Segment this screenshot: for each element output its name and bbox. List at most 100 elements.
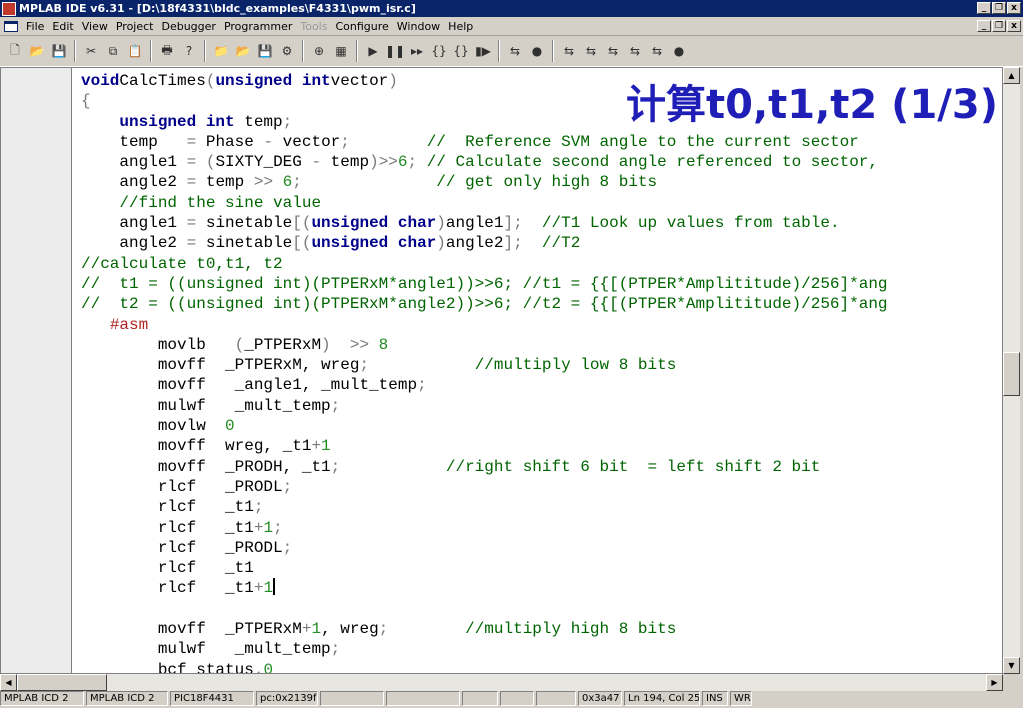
code-token: //find the sine value	[119, 193, 322, 212]
code-line[interactable]: rlcf _t1;	[81, 497, 1002, 517]
code-line[interactable]: temp = Phase - vector; // Reference SVM …	[81, 132, 1002, 152]
code-token: =	[186, 132, 197, 151]
code-line[interactable]: angle2 = sinetable[(unsigned char)angle2…	[81, 233, 1002, 253]
status-pane	[386, 691, 460, 706]
code-line[interactable]: rlcf _t1	[81, 558, 1002, 578]
code-line[interactable]: bcf status.0	[81, 660, 1002, 673]
code-line[interactable]: angle1 = sinetable[(unsigned char)angle1…	[81, 213, 1002, 233]
animate-icon[interactable]: ▸▸	[407, 41, 427, 61]
menu-edit[interactable]: Edit	[48, 20, 77, 33]
menu-configure[interactable]: Configure	[331, 20, 392, 33]
toolbar: 🗋 📂 💾 ✂ ⧉ 📋 🖶? 📁 📂 💾 ⚙ ⊕ ▦ ▶ ❚❚ ▸▸{}{} ▮▶ ⇆ ● ⇆ ⇆ ⇆ ⇆ ⇆ ●	[0, 36, 1023, 67]
code-token: (	[205, 153, 216, 172]
code-line[interactable]: rlcf _t1+1;	[81, 518, 1002, 538]
checksum-icon[interactable]: ⊕	[309, 41, 329, 61]
code-line[interactable]: rlcf _t1+1	[81, 578, 1002, 598]
run-icon[interactable]: ▶	[363, 41, 383, 61]
menu-project[interactable]: Project	[112, 20, 158, 33]
status-pane: Ln 194, Col 25	[624, 691, 700, 706]
horizontal-scroll-thumb[interactable]	[17, 674, 107, 691]
scroll-down-icon[interactable]: ▼	[1003, 657, 1020, 674]
code-line[interactable]: movff _PRODH, _t1; //right shift 6 bit =…	[81, 457, 1002, 477]
doc-close-button[interactable]: x	[1007, 20, 1021, 32]
code-line[interactable]: rlcf _PRODL;	[81, 477, 1002, 497]
code-token: ;	[330, 396, 341, 415]
read-device-icon[interactable]: ⇆	[581, 41, 601, 61]
code-token: 1	[311, 620, 322, 639]
verify-device-icon[interactable]: ⇆	[603, 41, 623, 61]
code-token: rlcf _t1	[81, 498, 254, 517]
code-line[interactable]: #asm	[81, 315, 1002, 335]
print-icon[interactable]: 🖶	[157, 41, 177, 61]
help-icon[interactable]: ?	[179, 41, 199, 61]
menu-programmer[interactable]: Programmer	[220, 20, 296, 33]
vertical-scroll-thumb[interactable]	[1003, 352, 1020, 396]
code-token: // get only high 8 bits	[436, 173, 658, 192]
code-line[interactable]: // t1 = ((unsigned int)(PTPERxM*angle1))…	[81, 274, 1002, 294]
code-token: -	[263, 132, 274, 151]
doc-minimize-button[interactable]: _	[977, 20, 991, 32]
code-line[interactable]: rlcf _PRODL;	[81, 538, 1002, 558]
build-icon[interactable]: ⚙	[277, 41, 297, 61]
scroll-up-icon[interactable]: ▲	[1003, 67, 1020, 84]
open-project-icon[interactable]: 📂	[233, 41, 253, 61]
program-device-icon[interactable]: ⇆	[559, 41, 579, 61]
scroll-right-icon[interactable]: ▶	[986, 674, 1003, 691]
erase-device-icon[interactable]: ⇆	[625, 41, 645, 61]
menu-view[interactable]: View	[78, 20, 112, 33]
code-line[interactable]: movlw 0	[81, 416, 1002, 436]
code-line[interactable]	[81, 599, 1002, 619]
debugger-target-icon[interactable]: ●	[527, 41, 547, 61]
title-bar: MPLAB IDE v6.31 - [D:\18f4331\bldc_examp…	[0, 0, 1023, 17]
debugger-connect-icon[interactable]: ⇆	[505, 41, 525, 61]
code-text[interactable]: voidCalcTimes(unsigned intvector){ unsig…	[81, 71, 1002, 673]
scroll-left-icon[interactable]: ◀	[0, 674, 17, 691]
menu-window[interactable]: Window	[393, 20, 444, 33]
memory-icon[interactable]: ▦	[331, 41, 351, 61]
minimize-button[interactable]: _	[977, 2, 991, 14]
code-line[interactable]: angle1 = (SIXTY_DEG - temp)>>6; // Calcu…	[81, 152, 1002, 172]
new-project-icon[interactable]: 📁	[211, 41, 231, 61]
code-token: (	[205, 72, 216, 90]
code-line[interactable]: movlb (_PTPERxM) >> 8	[81, 335, 1002, 355]
code-line[interactable]: mulwf _mult_temp;	[81, 396, 1002, 416]
code-token: Phase	[196, 132, 264, 151]
blank-check-icon[interactable]: ⇆	[647, 41, 667, 61]
code-token: // t1 = ((unsigned int)(PTPERxM*angle1))…	[81, 274, 888, 293]
document-icon[interactable]	[4, 20, 18, 32]
step-over-icon[interactable]: {}	[451, 41, 471, 61]
code-line[interactable]: mulwf _mult_temp;	[81, 639, 1002, 659]
halt-icon[interactable]: ❚❚	[385, 41, 405, 61]
code-line[interactable]: movff wreg, _t1+1	[81, 436, 1002, 456]
menu-tools[interactable]: Tools	[296, 20, 331, 33]
reset-icon[interactable]: ▮▶	[473, 41, 493, 61]
vertical-scrollbar[interactable]: ▲ ▼	[1003, 67, 1020, 674]
code-line[interactable]: // t2 = ((unsigned int)(PTPERxM*angle2))…	[81, 294, 1002, 314]
open-file-icon[interactable]: 📂	[27, 41, 47, 61]
menu-debugger[interactable]: Debugger	[157, 20, 219, 33]
maximize-button[interactable]: ❐	[992, 2, 1006, 14]
step-into-icon[interactable]: {}	[429, 41, 449, 61]
code-line[interactable]: movff _PTPERxM, wreg; //multiply low 8 b…	[81, 355, 1002, 375]
code-line[interactable]: //find the sine value	[81, 193, 1002, 213]
code-line[interactable]: movff _PTPERxM+1, wreg; //multiply high …	[81, 619, 1002, 639]
new-file-icon[interactable]: 🗋	[5, 41, 25, 61]
paste-icon[interactable]: 📋	[125, 41, 145, 61]
code-line[interactable]: movff _angle1, _mult_temp;	[81, 375, 1002, 395]
doc-restore-button[interactable]: ❐	[992, 20, 1006, 32]
programmer-target-icon[interactable]: ●	[669, 41, 689, 61]
code-token: angle1	[81, 214, 187, 233]
menu-file[interactable]: File	[22, 20, 48, 33]
code-line[interactable]: //calculate t0,t1, t2	[81, 254, 1002, 274]
copy-icon[interactable]: ⧉	[103, 41, 123, 61]
code-line[interactable]: angle2 = temp >> 6; // get only high 8 b…	[81, 172, 1002, 192]
menu-help[interactable]: Help	[444, 20, 477, 33]
cut-icon[interactable]: ✂	[81, 41, 101, 61]
close-button[interactable]: x	[1007, 2, 1021, 14]
save-project-icon[interactable]: 💾	[255, 41, 275, 61]
save-icon[interactable]: 💾	[49, 41, 69, 61]
horizontal-scrollbar[interactable]: ◀ ▶	[0, 674, 1003, 691]
code-editor[interactable]: voidCalcTimes(unsigned intvector){ unsig…	[0, 67, 1003, 674]
